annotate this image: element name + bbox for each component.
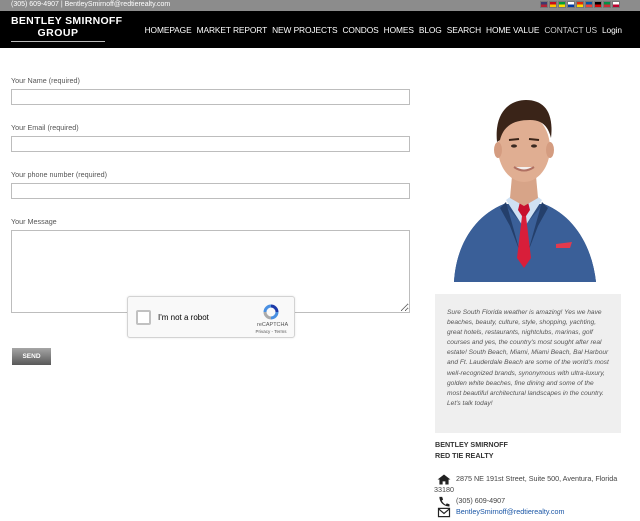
language-flags (540, 1, 620, 9)
nav-blog[interactable]: BLOG (419, 25, 442, 35)
recaptcha-logo-icon (263, 304, 279, 320)
flag-jp-icon[interactable] (612, 1, 620, 8)
email-link[interactable]: BentleySmirnoff@redtierealty.com (456, 507, 565, 516)
email-input[interactable] (11, 136, 410, 152)
address-row: 2875 NE 191st Street, Suite 500, Aventur… (436, 474, 617, 485)
message-label: Your Message (11, 217, 57, 226)
nav-condos[interactable]: CONDOS (342, 25, 378, 35)
nav-homepage[interactable]: HOMEPAGE (145, 25, 192, 35)
recaptcha-label: I'm not a robot (158, 313, 209, 322)
site-logo[interactable]: BENTLEY SMIRNOFF GROUP (11, 15, 123, 42)
main-nav: HOMEPAGE MARKET REPORT NEW PROJECTS CONDOS H… (145, 25, 623, 35)
flag-de-icon[interactable] (594, 1, 602, 8)
recaptcha-brand: reCAPTCHA (257, 322, 289, 328)
envelope-icon (437, 507, 451, 518)
nav-search[interactable]: SEARCH (447, 25, 481, 35)
recaptcha-widget: I'm not a robot reCAPTCHA Privacy - Term… (127, 296, 295, 338)
email-row: BentleySmirnoff@redtierealty.com (436, 507, 565, 518)
nav-login[interactable]: Login (602, 25, 622, 35)
phone-icon (439, 496, 450, 507)
agent-photo (454, 100, 596, 282)
logo-line-2: GROUP (37, 27, 79, 39)
contact-form: Your Name (required) Your Email (require… (11, 76, 411, 313)
agent-name: BENTLEY SMIRNOFF (435, 440, 508, 449)
address-line-1: 2875 NE 191st Street, Suite 500, Aventur… (456, 474, 618, 483)
phone-label: Your phone number (required) (11, 170, 108, 179)
nav-home-value[interactable]: HOME VALUE (486, 25, 539, 35)
top-contact-bar: (305) 609-4907 | BentleySmirnoff@redtier… (0, 0, 640, 11)
nav-new-projects[interactable]: NEW PROJECTS (272, 25, 337, 35)
recaptcha-checkbox[interactable] (136, 310, 151, 325)
logo-line-1: BENTLEY SMIRNOFF (11, 15, 123, 27)
top-contact-line: (305) 609-4907 | BentleySmirnoff@redtier… (11, 1, 171, 8)
send-button[interactable]: SEND (12, 348, 51, 365)
logo-underline (11, 41, 105, 42)
name-label: Your Name (required) (11, 76, 80, 85)
phone-text: (305) 609-4907 (456, 496, 506, 505)
quote-box: Sure South Florida weather is amazing! Y… (435, 294, 621, 433)
phone-row: (305) 609-4907 (436, 496, 505, 507)
home-icon (437, 474, 451, 485)
recaptcha-terms-link[interactable]: Privacy - Terms (252, 329, 290, 334)
nav-market-report[interactable]: MARKET REPORT (197, 25, 268, 35)
phone-input[interactable] (11, 183, 410, 199)
flag-it-icon[interactable] (603, 1, 611, 8)
name-input[interactable] (11, 89, 410, 105)
agent-info: BENTLEY SMIRNOFF RED TIE REALTY (435, 439, 508, 461)
flag-cn-icon[interactable] (576, 1, 584, 8)
agency-name: RED TIE REALTY (435, 451, 494, 460)
flag-fr-icon[interactable] (585, 1, 593, 8)
flag-ru-icon[interactable] (567, 1, 575, 8)
flag-es-icon[interactable] (549, 1, 557, 8)
flag-us-icon[interactable] (540, 1, 548, 8)
address-line-2: 33180 (434, 485, 454, 494)
nav-homes[interactable]: HOMES (384, 25, 414, 35)
flag-br-icon[interactable] (558, 1, 566, 8)
nav-contact-us[interactable]: CONTACT US (544, 25, 597, 35)
email-label: Your Email (required) (11, 123, 79, 132)
site-header: BENTLEY SMIRNOFF GROUP HOMEPAGE MARKET RE… (0, 11, 640, 48)
